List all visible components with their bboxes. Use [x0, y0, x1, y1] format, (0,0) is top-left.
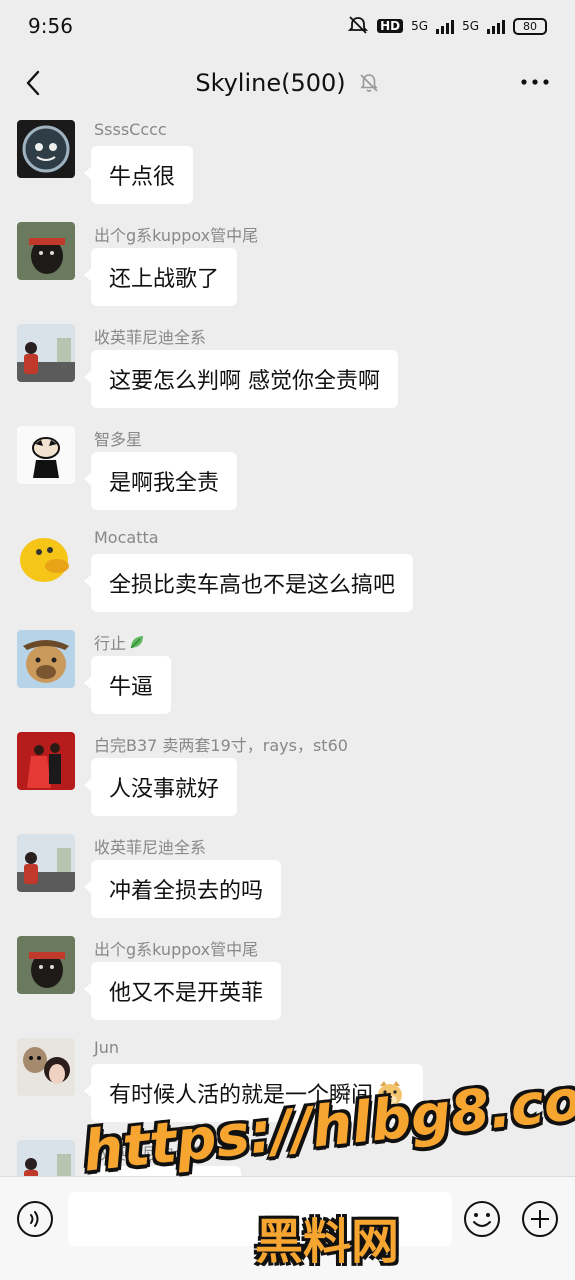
mute-status-icon: [347, 15, 369, 38]
status-bar: 9:56 HD 5G 5G 80: [0, 0, 575, 52]
message-bubble[interactable]: 牛点很: [83, 146, 194, 204]
message-text: 牛逼: [109, 675, 154, 700]
back-button[interactable]: [18, 66, 52, 100]
voice-icon: [17, 1201, 53, 1237]
smile-icon: [464, 1201, 500, 1237]
message-bubble[interactable]: 人没事就好: [83, 758, 238, 816]
input-bar: [0, 1176, 575, 1280]
message-bubble[interactable]: 冲着全损去的吗: [83, 860, 282, 918]
plus-icon: [522, 1201, 558, 1237]
avatar[interactable]: [17, 834, 75, 892]
avatar[interactable]: [17, 936, 75, 994]
sender-name: 收英菲尼迪全系: [94, 838, 207, 857]
message-text: 还上战歌了: [109, 267, 220, 292]
message-text: 冲着全损去的吗: [109, 879, 264, 904]
chat-header: Skyline(500): [0, 52, 575, 114]
plus-button[interactable]: [520, 1199, 560, 1239]
leaf-icon: [130, 636, 144, 649]
sender-name: 收英菲尼迪全系: [94, 1144, 207, 1163]
message-bubble[interactable]: 是啊我全责: [83, 452, 238, 510]
message-item: 智多星 是啊我全责: [0, 420, 575, 522]
message-text: 他又不是开英菲: [109, 981, 264, 1006]
message-item: 收英菲尼迪全系 冲着全损去的吗: [0, 828, 575, 930]
avatar[interactable]: [17, 426, 75, 484]
bell-off-icon: [360, 74, 378, 92]
sender-name: 白完B37 卖两套19寸，rays，st60: [94, 736, 348, 755]
avatar[interactable]: [17, 324, 75, 382]
status-time: 9:56: [28, 14, 73, 38]
avatar[interactable]: [17, 630, 75, 688]
chat-title: Skyline(500): [195, 69, 379, 97]
sender-name: Mocatta: [94, 528, 159, 547]
message-item: 出个g系kuppox管中尾 还上战歌了: [0, 216, 575, 318]
status-indicators: HD 5G 5G 80: [347, 15, 547, 38]
message-text: 这要怎么判啊 感觉你全责啊: [109, 369, 380, 394]
avatar[interactable]: [17, 1140, 75, 1176]
signal-icon-2: [487, 18, 505, 34]
message-item: SsssCccc 牛点很: [0, 114, 575, 216]
hd-badge: HD: [377, 19, 404, 33]
more-button[interactable]: [519, 72, 551, 92]
sender-name: 出个g系kuppox管中尾: [94, 226, 259, 245]
message-bubble[interactable]: 全损比卖车高也不是这么搞吧: [83, 554, 414, 612]
message-bubble[interactable]: 有时候人活的就是一个瞬间: [83, 1064, 424, 1122]
sender-name: SsssCccc: [94, 120, 167, 139]
avatar[interactable]: [17, 120, 75, 178]
message-text: 牛点很: [109, 165, 176, 190]
sender-name: 出个g系kuppox管中尾: [94, 940, 259, 959]
signal-icon: [436, 18, 455, 34]
message-list[interactable]: SsssCccc 牛点很 出个g系kuppox管中尾 还上战歌了 收英菲尼迪全系…: [0, 114, 575, 1176]
avatar[interactable]: [17, 528, 75, 586]
message-item: Mocatta 全损比卖车高也不是这么搞吧: [0, 522, 575, 624]
doge-emoji-icon: [378, 1081, 403, 1106]
message-text: 全损比卖车高也不是这么搞吧: [109, 573, 396, 598]
sender-name: Jun: [94, 1038, 119, 1057]
sender-name-text: 行止: [94, 634, 127, 653]
message-text: 是啊我全责: [109, 471, 220, 496]
network-5g-label-2: 5G: [462, 19, 479, 33]
message-bubble[interactable]: 他又不是开英菲: [83, 962, 282, 1020]
sender-name: 收英菲尼迪全系: [94, 328, 207, 347]
message-bubble[interactable]: 还上战歌了: [83, 248, 238, 306]
emoji-button[interactable]: [462, 1199, 502, 1239]
message-input[interactable]: [68, 1192, 452, 1246]
message-item: 白完B37 卖两套19寸，rays，st60 人没事就好: [0, 726, 575, 828]
message-text: 有时候人活的就是一个瞬间: [109, 1083, 374, 1108]
message-bubble[interactable]: 牛逼: [83, 656, 172, 714]
more-dots-icon: [521, 79, 549, 85]
message-item: 收英菲尼迪全系: [0, 1134, 575, 1176]
battery-icon: 80: [513, 17, 547, 35]
avatar[interactable]: [17, 732, 75, 790]
avatar[interactable]: [17, 222, 75, 280]
message-item: 收英菲尼迪全系 这要怎么判啊 感觉你全责啊: [0, 318, 575, 420]
message-bubble[interactable]: 这要怎么判啊 感觉你全责啊: [84, 350, 398, 408]
message-item: 出个g系kuppox管中尾 他又不是开英菲: [0, 930, 575, 1032]
group-name: Skyline(500): [195, 69, 346, 97]
message-item: 行止 牛逼: [0, 624, 575, 726]
message-text: 人没事就好: [109, 777, 220, 802]
network-5g-label: 5G: [411, 19, 429, 33]
message-item: Jun 有时候人活的就是一个瞬间: [0, 1032, 575, 1134]
sender-name: 智多星: [94, 430, 143, 449]
chevron-left-icon: [26, 70, 40, 96]
voice-button[interactable]: [15, 1199, 55, 1239]
message-bubble[interactable]: [91, 1166, 241, 1176]
avatar[interactable]: [17, 1038, 75, 1096]
sender-name: 行止: [94, 630, 146, 654]
